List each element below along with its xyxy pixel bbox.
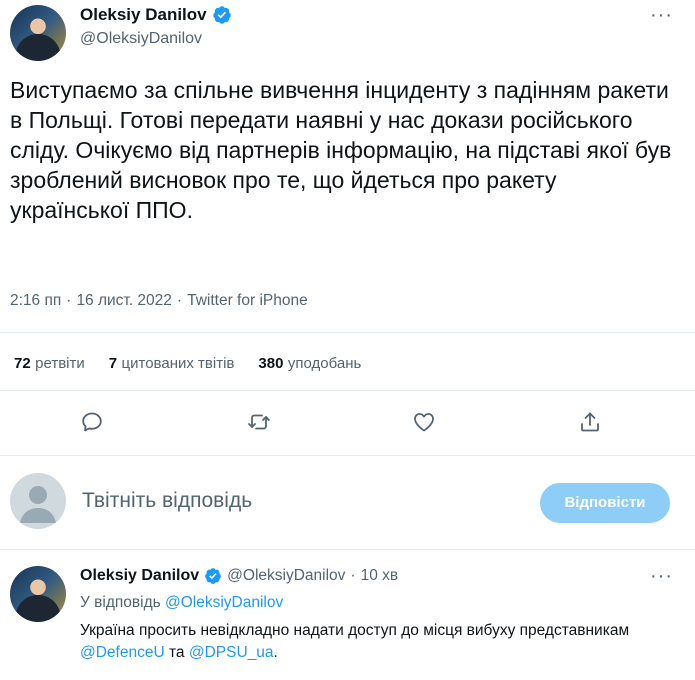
verified-badge-icon	[212, 6, 231, 24]
retweets-stat[interactable]: 72 ретвіти	[14, 355, 85, 373]
tweet-meta: 2:16 пп · 16 лист. 2022 · Twitter for iP…	[10, 292, 308, 310]
quotes-stat[interactable]: 7 цитованих твітів	[109, 355, 235, 373]
share-button[interactable]	[578, 410, 602, 439]
author-avatar[interactable]	[10, 5, 66, 61]
likes-count: 380	[258, 355, 284, 372]
tweet-source[interactable]: Twitter for iPhone	[187, 292, 308, 310]
reply-author-avatar[interactable]	[10, 566, 66, 622]
reply-text: Україна просить невідкладно надати досту…	[80, 620, 640, 664]
verified-badge-icon	[205, 568, 222, 584]
stats-row: 72 ретвіти 7 цитованих твітів 380 уподоб…	[14, 355, 361, 373]
author-handle[interactable]: @OleksiyDanilov	[80, 30, 202, 48]
like-icon	[414, 413, 434, 432]
meta-separator: ·	[66, 292, 72, 309]
replying-to-handle[interactable]: @OleksiyDanilov	[165, 594, 283, 611]
divider	[0, 390, 695, 391]
reply-more-options-icon[interactable]: ···	[650, 565, 673, 588]
quotes-count: 7	[108, 355, 118, 372]
tweet-date[interactable]: 16 лист. 2022	[76, 292, 171, 310]
reply-author-name[interactable]: Oleksiy Danilov	[80, 567, 199, 585]
retweets-count: 72	[14, 355, 31, 372]
divider	[0, 549, 695, 550]
reply-author-handle[interactable]: @OleksiyDanilov	[227, 567, 345, 585]
reply-input[interactable]: Твітніть відповідь	[82, 489, 252, 513]
reply-header: Oleksiy Danilov @OleksiyDanilov · 10 хв	[80, 567, 398, 585]
meta-separator: ·	[176, 292, 183, 309]
reply-text-part1: Україна просить невідкладно надати досту…	[80, 622, 630, 639]
composer-avatar	[10, 473, 66, 529]
share-icon	[581, 412, 599, 432]
reply-text-end: .	[273, 644, 278, 661]
like-button[interactable]	[412, 410, 436, 439]
reply-text-part2: та	[168, 644, 185, 661]
likes-label: уподобань	[287, 355, 362, 372]
mention-dpsu[interactable]: @DPSU_ua	[189, 644, 274, 661]
replying-to-label: У відповідь	[80, 594, 161, 611]
retweet-button[interactable]	[247, 410, 271, 439]
default-user-icon	[20, 486, 56, 523]
reply-button[interactable]	[80, 410, 104, 439]
retweets-label: ретвіти	[35, 355, 85, 372]
quotes-label: цитованих твітів	[121, 355, 235, 372]
author-name-row[interactable]: Oleksiy Danilov	[80, 5, 232, 25]
reply-time[interactable]: 10 хв	[361, 567, 399, 585]
divider	[0, 332, 695, 333]
divider	[0, 455, 695, 456]
more-options-icon[interactable]: ···	[650, 4, 673, 27]
mention-defenceu[interactable]: @DefenceU	[80, 644, 165, 661]
reply-separator: ·	[350, 567, 356, 584]
tweet-text: Виступаємо за спільне вивчення інциденту…	[10, 77, 672, 223]
reply-icon	[82, 412, 102, 432]
tweet-time[interactable]: 2:16 пп	[10, 292, 61, 310]
reply-submit-button[interactable]: Відповісти	[540, 483, 670, 523]
author-name[interactable]: Oleksiy Danilov	[80, 5, 207, 25]
likes-stat[interactable]: 380 уподобань	[258, 355, 361, 373]
replying-to: У відповідь @OleksiyDanilov	[80, 594, 283, 612]
retweet-icon	[248, 414, 270, 430]
